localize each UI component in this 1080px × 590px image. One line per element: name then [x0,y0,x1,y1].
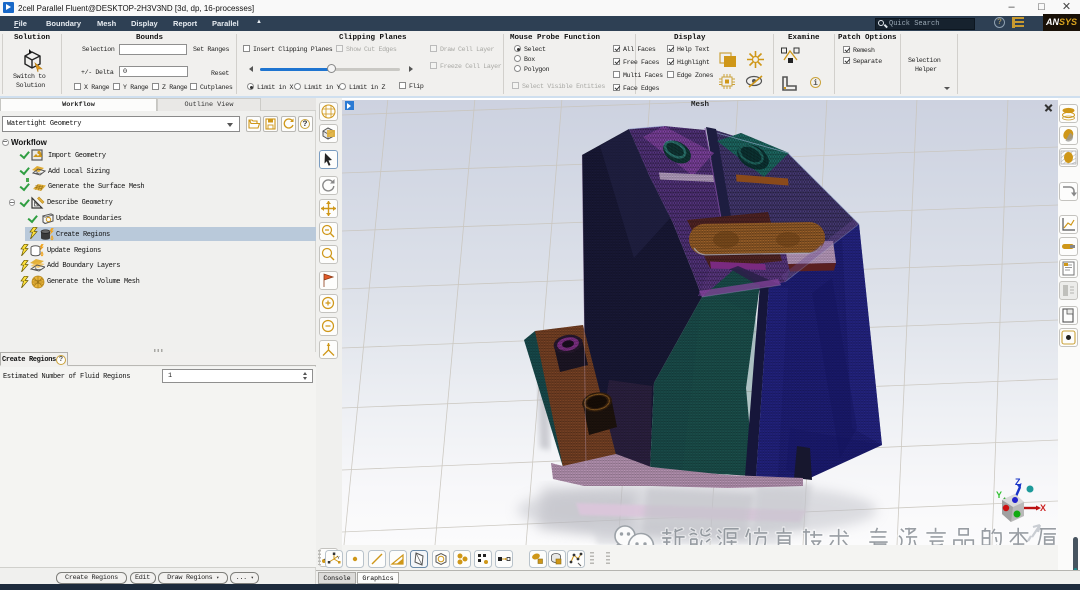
svg-text:Y: Y [996,490,1002,500]
svg-text:Y: Y [337,555,340,561]
svg-text:Z: Z [1015,477,1021,487]
svg-text:X: X [1040,503,1046,513]
